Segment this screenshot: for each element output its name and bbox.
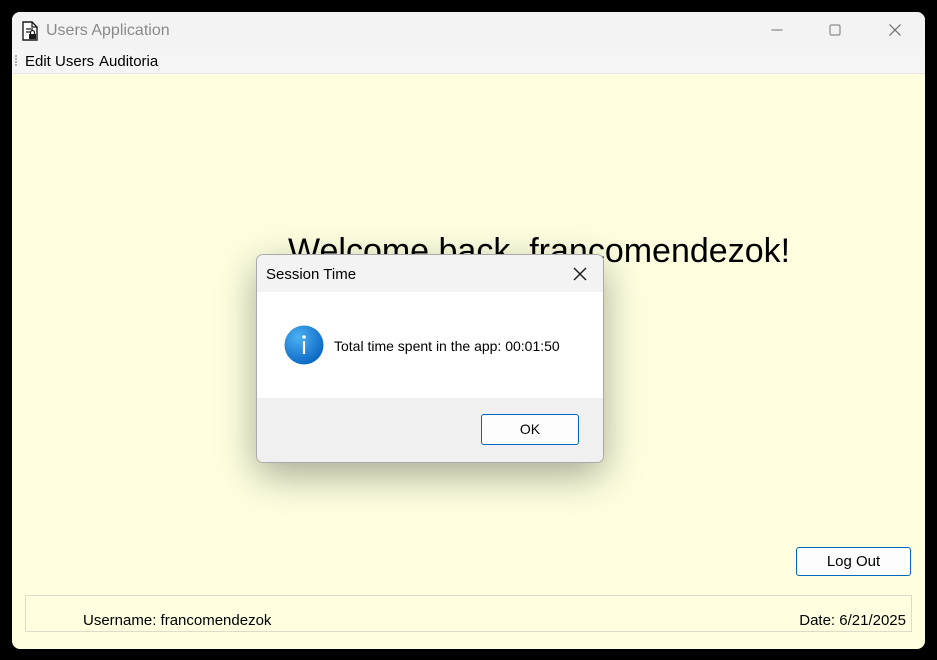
- session-time-dialog: Session Time Total time spent in the app…: [256, 254, 604, 463]
- status-panel: Username: francomendezok Date: 6/21/2025: [25, 595, 912, 632]
- close-icon: [889, 24, 901, 36]
- close-button[interactable]: [867, 12, 925, 49]
- menu-item-edit-users[interactable]: Edit Users: [25, 53, 94, 70]
- date-label: Date: 6/21/2025: [799, 612, 906, 629]
- title-bar[interactable]: Users Application: [12, 12, 925, 49]
- menu-bar: Edit Users Auditoria: [12, 49, 925, 74]
- window-title: Users Application: [46, 22, 170, 39]
- dialog-footer: OK: [257, 398, 603, 462]
- logout-button[interactable]: Log Out: [796, 547, 911, 576]
- document-lock-icon: [21, 21, 39, 41]
- dialog-message: Total time spent in the app: 00:01:50: [334, 338, 560, 354]
- dialog-title-bar[interactable]: Session Time: [257, 255, 603, 292]
- info-icon: [284, 325, 324, 365]
- minimize-button[interactable]: [749, 12, 807, 49]
- maximize-button[interactable]: [807, 12, 865, 49]
- ok-button[interactable]: OK: [481, 414, 579, 445]
- username-label: Username: francomendezok: [83, 612, 272, 629]
- maximize-icon: [829, 24, 841, 36]
- dialog-title: Session Time: [266, 266, 357, 283]
- dialog-close-button[interactable]: [557, 255, 603, 292]
- minimize-icon: [771, 29, 783, 31]
- menu-item-auditoria[interactable]: Auditoria: [99, 53, 158, 70]
- menu-grip-icon: [15, 54, 17, 66]
- close-icon: [573, 267, 587, 281]
